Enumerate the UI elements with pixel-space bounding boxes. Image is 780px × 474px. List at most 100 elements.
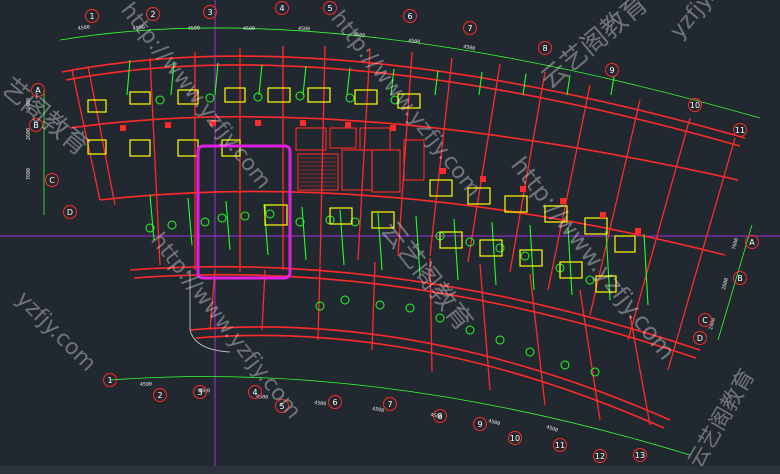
fixture-circle-2 <box>200 217 210 227</box>
dim-top-7: 4500 <box>463 44 476 52</box>
fixture-circle-22 <box>525 347 535 357</box>
grid-top-10-label: 10 <box>690 101 700 110</box>
door-block-6 <box>354 89 378 105</box>
fixture-lower-8 <box>453 218 459 281</box>
dim-bottom-4: 4500 <box>372 406 385 414</box>
fixture-circle-17 <box>375 300 385 310</box>
watermark-brand-3: 艺阁教育 <box>0 72 94 162</box>
wall-lower-6 <box>529 273 546 406</box>
red-marker-1 <box>165 122 171 128</box>
watermark-url: http://www.yzfjy.com <box>325 6 485 202</box>
wall-lower-5 <box>479 263 491 391</box>
dim-bottom-7: 4500 <box>545 424 558 434</box>
dim-left-2: 7600 <box>26 168 32 180</box>
floor-plan-drawing[interactable]: 2400260076007600260024004500 4500 4500 4500… <box>0 0 780 474</box>
grid-left-C-label: C <box>49 176 55 185</box>
door-block-23 <box>264 204 288 226</box>
grid-right-B-label: B <box>737 274 743 283</box>
fixture-lower-5 <box>339 209 345 266</box>
drawing-viewport[interactable]: 2400 2600 7600 7600 2600 2400 4500 4500 4500 4500… <box>0 0 780 474</box>
fixture-line-9 <box>522 73 527 96</box>
wall-radial-6 <box>319 45 326 266</box>
fixture-lower-9 <box>491 221 497 286</box>
door-block-4 <box>267 87 291 103</box>
grid-bottom-7-label: 7 <box>387 400 392 409</box>
dim-top-0: 4500 <box>77 24 90 32</box>
grid-left-D-label: D <box>67 208 73 217</box>
wall-radial-10 <box>467 63 501 263</box>
fixture-circle-5 <box>265 209 275 219</box>
dim-bottom-6: 4500 <box>487 418 500 427</box>
grid-bottom-10-label: 10 <box>510 434 520 443</box>
watermark-url-3: http://www.yzfjy.com <box>145 228 305 424</box>
door-block-3 <box>224 87 246 103</box>
door-block-17 <box>614 235 636 253</box>
grid-bottom-4-label: 4 <box>252 388 257 397</box>
fixture-circle-16 <box>340 295 350 305</box>
core-room-6 <box>403 139 425 181</box>
grid-bottom-8-label: 8 <box>437 412 442 421</box>
door-block-14 <box>504 195 528 213</box>
watermark-corner-2: yzfjy.com <box>11 287 101 377</box>
core-room-4 <box>341 149 373 191</box>
grid-bottom-1-label: 1 <box>107 376 112 385</box>
dim-right-0: 7600 <box>731 237 740 250</box>
grid-top-7-label: 7 <box>467 24 472 33</box>
fixture-circle-25 <box>155 95 165 105</box>
red-marker-12 <box>635 228 641 234</box>
grid-top-4-label: 4 <box>279 4 284 13</box>
core-room-3 <box>297 153 339 191</box>
red-marker-6 <box>390 125 396 131</box>
grid-right-D-label: D <box>697 334 703 343</box>
red-marker-0 <box>120 125 126 131</box>
dim-top-6: 4500 <box>408 38 421 45</box>
door-block-19 <box>479 239 503 257</box>
grid-bottom-6-label: 6 <box>332 398 337 407</box>
wall-lower-7 <box>579 289 601 421</box>
fixture-lower-2 <box>225 200 231 251</box>
fixture-circle-12 <box>520 251 530 261</box>
watermark-brand: 云艺阁教育 <box>374 216 478 337</box>
door-block-5 <box>307 87 331 103</box>
grid-bottom-12-label: 12 <box>595 452 605 461</box>
fixture-lower-1 <box>187 197 193 246</box>
fixture-line-7 <box>434 70 439 96</box>
fixture-circle-15 <box>315 301 325 311</box>
dim-right-2: 2400 <box>708 317 717 330</box>
watermark-brand-2: 云艺阁教育 <box>535 0 654 95</box>
fixture-circle-11 <box>495 243 505 253</box>
status-strip <box>0 466 780 474</box>
fixture-line-4 <box>302 65 307 96</box>
fixture-circle-4 <box>240 211 250 221</box>
wall-radial-1 <box>87 65 116 206</box>
fixture-line-0 <box>126 59 131 96</box>
grid-bottom-13-label: 13 <box>635 451 645 460</box>
grid-bottom-11-label: 11 <box>555 441 565 450</box>
core-room-1 <box>329 127 357 149</box>
fixture-lower-4 <box>301 206 307 261</box>
grid-right-C-label: C <box>702 316 708 325</box>
core-room-5 <box>371 149 401 193</box>
grid-top-6-label: 6 <box>407 12 412 21</box>
dim-right-1: 2600 <box>721 277 730 290</box>
watermark-corner: yzfjy.com <box>665 0 750 44</box>
red-marker-11 <box>600 212 606 218</box>
fixture-circle-28 <box>295 91 305 101</box>
wall-radial-7 <box>357 47 371 261</box>
grid-top-5-label: 5 <box>327 4 332 13</box>
fixture-line-5 <box>346 67 351 96</box>
fixture-line-8 <box>478 71 483 96</box>
dim-top-2: 4500 <box>188 25 200 32</box>
fixture-circle-23 <box>560 360 570 370</box>
fixture-circle-10 <box>465 237 475 247</box>
grid-top-11-label: 11 <box>735 126 745 135</box>
grid-top-1-label: 1 <box>89 12 94 21</box>
fixture-circle-20 <box>465 325 475 335</box>
door-block-9 <box>129 139 151 157</box>
grid-bottom-2-label: 2 <box>157 391 162 400</box>
red-marker-4 <box>300 120 306 126</box>
grid-bottom-9-label: 9 <box>477 420 482 429</box>
watermark-corner-3: 云艺阁教育 <box>684 365 761 473</box>
fixture-line-3 <box>258 64 263 96</box>
fixture-circle-21 <box>495 335 505 345</box>
